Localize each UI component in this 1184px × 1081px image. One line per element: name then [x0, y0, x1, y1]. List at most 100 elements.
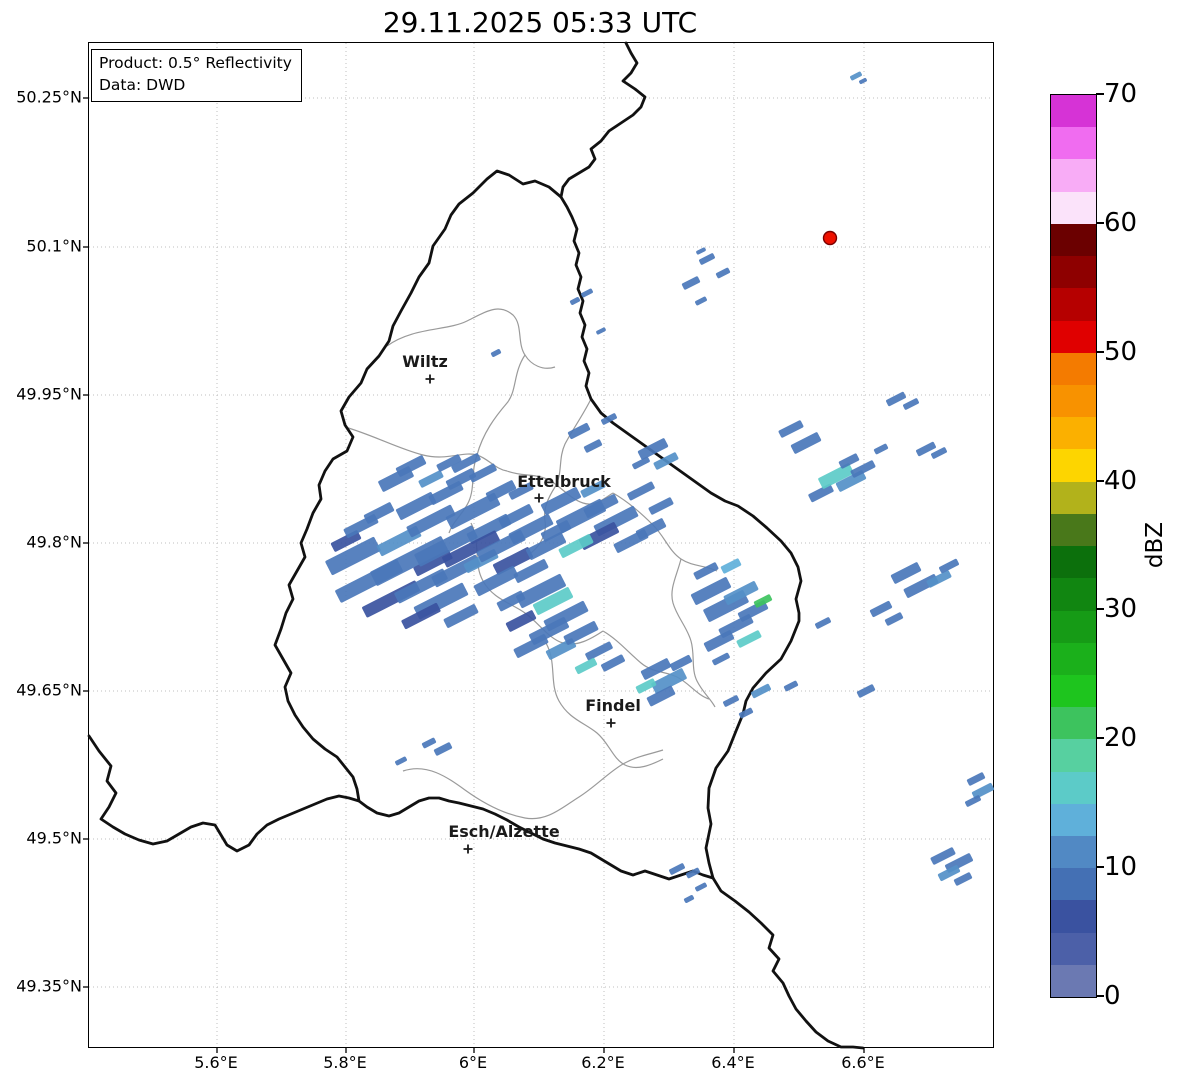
radar-echo-cell: [869, 600, 893, 618]
radar-echo-cell: [574, 657, 598, 675]
colorbar-segment: [1051, 707, 1096, 740]
radar-echo-cell: [815, 617, 831, 629]
colorbar-axis-label: dBZ: [1142, 521, 1168, 569]
radar-echo-cell: [884, 612, 904, 626]
colorbar-tick-label: 70: [1104, 79, 1138, 109]
colorbar-segment: [1051, 191, 1096, 224]
radar-echo-cell: [695, 296, 707, 306]
radar-echo-cell: [953, 872, 973, 886]
colorbar: [1050, 94, 1097, 998]
product-info-line1: Product: 0.5° Reflectivity: [99, 54, 292, 72]
radar-echo-cell: [563, 621, 599, 645]
plus-marker-icon: [425, 374, 435, 384]
y-tick-label: 49.8°N: [26, 532, 82, 552]
colorbar-segment: [1051, 159, 1096, 192]
product-info-line2: Data: DWD: [99, 75, 186, 94]
country-border-path: [87, 734, 361, 853]
city-label: Findel: [585, 696, 641, 715]
colorbar-segment: [1051, 256, 1096, 289]
colorbar-segment: [1051, 320, 1096, 353]
radar-echo-cell: [418, 470, 444, 488]
radar-echo-cell: [712, 652, 730, 666]
city-marker-findel: Findel: [585, 696, 641, 728]
product-info-box: Product: 0.5° Reflectivity Data: DWD: [91, 49, 302, 103]
colorbar-segment: [1051, 739, 1096, 772]
colorbar-tick-mark: [1096, 608, 1104, 611]
radar-echo-cell: [783, 680, 799, 692]
colorbar-tick-label: 30: [1104, 594, 1138, 625]
radar-echo-cell: [723, 695, 739, 707]
radar-echo-cell: [903, 398, 919, 410]
radar-site-dot: [822, 230, 838, 246]
radar-echo-cell: [569, 297, 581, 305]
radar-echo-cell: [567, 422, 591, 440]
colorbar-tick-label: 60: [1104, 207, 1138, 238]
radar-echo-cells: [325, 71, 995, 903]
radar-echo-cell: [637, 438, 669, 460]
radar-echo-cell: [596, 327, 606, 335]
x-tick-label: 6.2°E: [581, 1053, 625, 1072]
x-tick-label: 6°E: [458, 1053, 488, 1072]
x-tick-label: 5.8°E: [323, 1053, 367, 1072]
radar-echo-cell: [715, 267, 731, 279]
radar-echo-cell: [421, 737, 437, 749]
colorbar-segment: [1051, 223, 1096, 257]
colorbar-segment: [1051, 900, 1096, 933]
colorbar-tick-mark: [1096, 995, 1104, 997]
radar-echo-cell: [635, 678, 657, 694]
x-tick-label: 5.6°E: [194, 1053, 238, 1072]
colorbar-tick-mark: [1096, 350, 1104, 353]
y-tick-label: 49.95°N: [16, 384, 82, 404]
x-tick-label: 6.4°E: [711, 1053, 755, 1072]
colorbar-segment: [1051, 449, 1096, 482]
radar-echo-cell: [685, 867, 701, 879]
radar-echo-cell: [490, 349, 502, 357]
radar-echo-cell: [585, 641, 613, 661]
x-tick-label: 6.6°E: [841, 1053, 885, 1072]
radar-echo-cell: [601, 654, 625, 672]
colorbar-tick-mark: [1096, 93, 1104, 95]
city-label: Wiltz: [402, 352, 448, 371]
city-label: Esch/Alzette: [448, 822, 560, 841]
colorbar-segment: [1051, 546, 1096, 579]
colorbar-segment: [1051, 578, 1096, 611]
radar-echo-cell: [720, 558, 742, 574]
colorbar-tick-label: 10: [1104, 852, 1138, 883]
radar-echo-cell: [696, 247, 706, 255]
colorbar-segment: [1051, 513, 1096, 547]
colorbar-tick-mark: [1096, 221, 1104, 224]
country-border-path: [559, 41, 647, 199]
radar-echo-cell: [363, 502, 395, 524]
radar-echo-cell: [859, 77, 867, 85]
colorbar-segment: [1051, 771, 1096, 804]
y-tick-label: 50.25°N: [16, 87, 82, 107]
radar-echo-cell: [873, 443, 889, 455]
radar-echo-cell: [736, 630, 762, 648]
colorbar-tick-label: 40: [1104, 465, 1138, 496]
radar-echo-cell: [583, 439, 603, 453]
colorbar-segment: [1051, 803, 1096, 837]
map-canvas: Wiltz Ettelbruck Findel Esch/Alzette: [83, 41, 995, 1053]
radar-echo-cell: [738, 707, 754, 719]
colorbar-segment: [1051, 127, 1096, 160]
radar-echo-cell: [703, 630, 735, 652]
radar-echo-cell: [790, 432, 822, 454]
y-tick-label: 49.35°N: [16, 976, 82, 996]
radar-site-marker: [822, 230, 838, 246]
district-border-path: [671, 558, 716, 708]
colorbar-segment: [1051, 417, 1096, 450]
colorbar-tick-label: 20: [1104, 723, 1138, 754]
colorbar-segment: [1051, 95, 1096, 128]
radar-echo-cell: [581, 288, 593, 298]
radar-echo-cell: [648, 497, 674, 515]
radar-echo-cell: [695, 882, 707, 892]
radar-echo-cell: [850, 71, 862, 81]
radar-echo-cell: [966, 772, 986, 786]
colorbar-tick-label: 50: [1104, 336, 1138, 367]
radar-echo-cell: [886, 391, 906, 407]
district-border-path: [344, 426, 508, 472]
colorbar-tick-mark: [1096, 737, 1104, 740]
colorbar-segment: [1051, 932, 1096, 965]
y-tick-label: 49.65°N: [16, 680, 82, 700]
radar-echo-cell: [496, 590, 526, 612]
